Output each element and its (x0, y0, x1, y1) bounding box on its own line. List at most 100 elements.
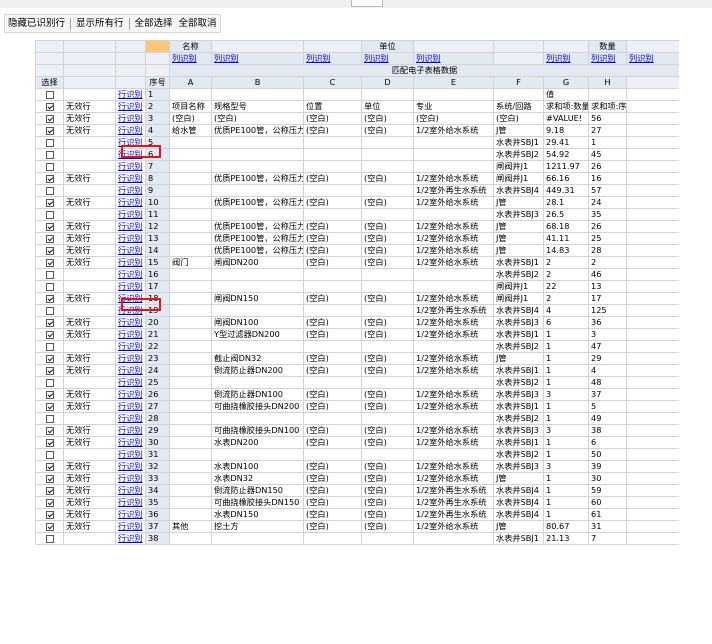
row-checkbox[interactable] (45, 462, 54, 471)
row-identify-link[interactable]: 行识别 (115, 148, 146, 161)
row-identify-link[interactable]: 行识别 (115, 196, 146, 209)
row-identify-link[interactable]: 行识别 (115, 376, 146, 389)
column-identify-link-c[interactable]: 列识别 (303, 52, 362, 65)
column-identify-link-f[interactable]: 列识别 (543, 52, 589, 65)
row-identify-link[interactable]: 行识别 (115, 484, 146, 497)
row-checkbox-cell[interactable] (35, 208, 64, 221)
row-identify-link[interactable]: 行识别 (115, 412, 146, 425)
row-identify-link[interactable]: 行识别 (115, 448, 146, 461)
row-checkbox[interactable] (45, 90, 54, 99)
row-checkbox-cell[interactable] (35, 136, 64, 149)
splitter-handle[interactable] (351, 0, 383, 7)
column-identify-link-e[interactable]: 列识别 (413, 52, 494, 65)
row-checkbox-cell[interactable] (35, 472, 64, 485)
row-checkbox[interactable] (45, 498, 54, 507)
row-checkbox-cell[interactable] (35, 508, 64, 521)
row-checkbox[interactable] (45, 126, 54, 135)
row-checkbox[interactable] (45, 510, 54, 519)
row-checkbox-cell[interactable] (35, 340, 64, 353)
row-checkbox-cell[interactable] (35, 148, 64, 161)
row-identify-link[interactable]: 行识别 (115, 460, 146, 473)
row-identify-link[interactable]: 行识别 (115, 100, 146, 113)
row-identify-link[interactable]: 行识别 (115, 232, 146, 245)
show-all-rows-button[interactable]: 显示所有行 (73, 15, 127, 32)
row-checkbox-cell[interactable] (35, 244, 64, 257)
column-identify-link-g[interactable]: 列识别 (588, 52, 627, 65)
row-checkbox-cell[interactable] (35, 100, 64, 113)
row-checkbox-cell[interactable] (35, 328, 64, 341)
row-checkbox-cell[interactable] (35, 520, 64, 533)
row-checkbox[interactable] (45, 330, 54, 339)
row-checkbox[interactable] (45, 378, 54, 387)
row-checkbox[interactable] (45, 198, 54, 207)
column-identify-link-b[interactable]: 列识别 (211, 52, 304, 65)
row-checkbox-cell[interactable] (35, 88, 64, 101)
row-identify-link[interactable]: 行识别 (115, 160, 146, 173)
row-checkbox[interactable] (45, 282, 54, 291)
row-checkbox-cell[interactable] (35, 316, 64, 329)
row-checkbox[interactable] (45, 534, 54, 543)
row-checkbox-cell[interactable] (35, 376, 64, 389)
column-identify-link-h[interactable]: 列识别 (626, 52, 679, 65)
row-checkbox[interactable] (45, 114, 54, 123)
row-checkbox[interactable] (45, 246, 54, 255)
row-identify-link[interactable]: 行识别 (115, 184, 146, 197)
row-checkbox-cell[interactable] (35, 448, 64, 461)
row-identify-link[interactable]: 行识别 (115, 436, 146, 449)
row-identify-link[interactable]: 行识别 (115, 520, 146, 533)
row-checkbox[interactable] (45, 186, 54, 195)
row-identify-link[interactable]: 行识别 (115, 112, 146, 125)
row-checkbox-cell[interactable] (35, 124, 64, 137)
row-identify-link[interactable]: 行识别 (115, 136, 146, 149)
row-identify-link[interactable]: 行识别 (115, 424, 146, 437)
row-identify-link[interactable]: 行识别 (115, 256, 146, 269)
row-identify-link[interactable]: 行识别 (115, 472, 146, 485)
row-checkbox-cell[interactable] (35, 424, 64, 437)
row-identify-link[interactable]: 行识别 (115, 124, 146, 137)
row-checkbox-cell[interactable] (35, 184, 64, 197)
row-checkbox-cell[interactable] (35, 352, 64, 365)
row-checkbox[interactable] (45, 402, 54, 411)
row-checkbox[interactable] (45, 474, 54, 483)
row-checkbox-cell[interactable] (35, 412, 64, 425)
row-checkbox[interactable] (45, 150, 54, 159)
row-identify-link[interactable]: 行识别 (115, 364, 146, 377)
row-checkbox[interactable] (45, 450, 54, 459)
row-checkbox-cell[interactable] (35, 220, 64, 233)
row-checkbox-cell[interactable] (35, 112, 64, 125)
row-checkbox[interactable] (45, 162, 54, 171)
row-identify-link[interactable]: 行识别 (115, 388, 146, 401)
row-checkbox[interactable] (45, 138, 54, 147)
row-checkbox-cell[interactable] (35, 496, 64, 509)
row-checkbox[interactable] (45, 342, 54, 351)
row-identify-link[interactable]: 行识别 (115, 268, 146, 281)
row-checkbox[interactable] (45, 426, 54, 435)
deselect-all-button[interactable]: 全部取消 (176, 15, 220, 32)
row-checkbox-cell[interactable] (35, 292, 64, 305)
row-checkbox[interactable] (45, 102, 54, 111)
row-identify-link[interactable]: 行识别 (115, 508, 146, 521)
row-identify-link[interactable]: 行识别 (115, 220, 146, 233)
row-checkbox[interactable] (45, 210, 54, 219)
row-checkbox[interactable] (45, 258, 54, 267)
row-checkbox[interactable] (45, 174, 54, 183)
row-checkbox[interactable] (45, 270, 54, 279)
row-checkbox-cell[interactable] (35, 160, 64, 173)
row-checkbox-cell[interactable] (35, 256, 64, 269)
row-checkbox-cell[interactable] (35, 364, 64, 377)
row-checkbox-cell[interactable] (35, 460, 64, 473)
row-checkbox[interactable] (45, 486, 54, 495)
row-checkbox-cell[interactable] (35, 532, 64, 545)
row-checkbox[interactable] (45, 222, 54, 231)
row-identify-link[interactable]: 行识别 (115, 340, 146, 353)
row-identify-link[interactable]: 行识别 (115, 280, 146, 293)
row-checkbox[interactable] (45, 294, 54, 303)
row-checkbox[interactable] (45, 306, 54, 315)
row-identify-link[interactable]: 行识别 (115, 532, 146, 545)
row-identify-link[interactable]: 行识别 (115, 244, 146, 257)
row-identify-link[interactable]: 行识别 (115, 316, 146, 329)
row-checkbox-cell[interactable] (35, 172, 64, 185)
row-checkbox[interactable] (45, 354, 54, 363)
column-identify-link-a[interactable]: 列识别 (169, 52, 212, 65)
row-checkbox-cell[interactable] (35, 436, 64, 449)
